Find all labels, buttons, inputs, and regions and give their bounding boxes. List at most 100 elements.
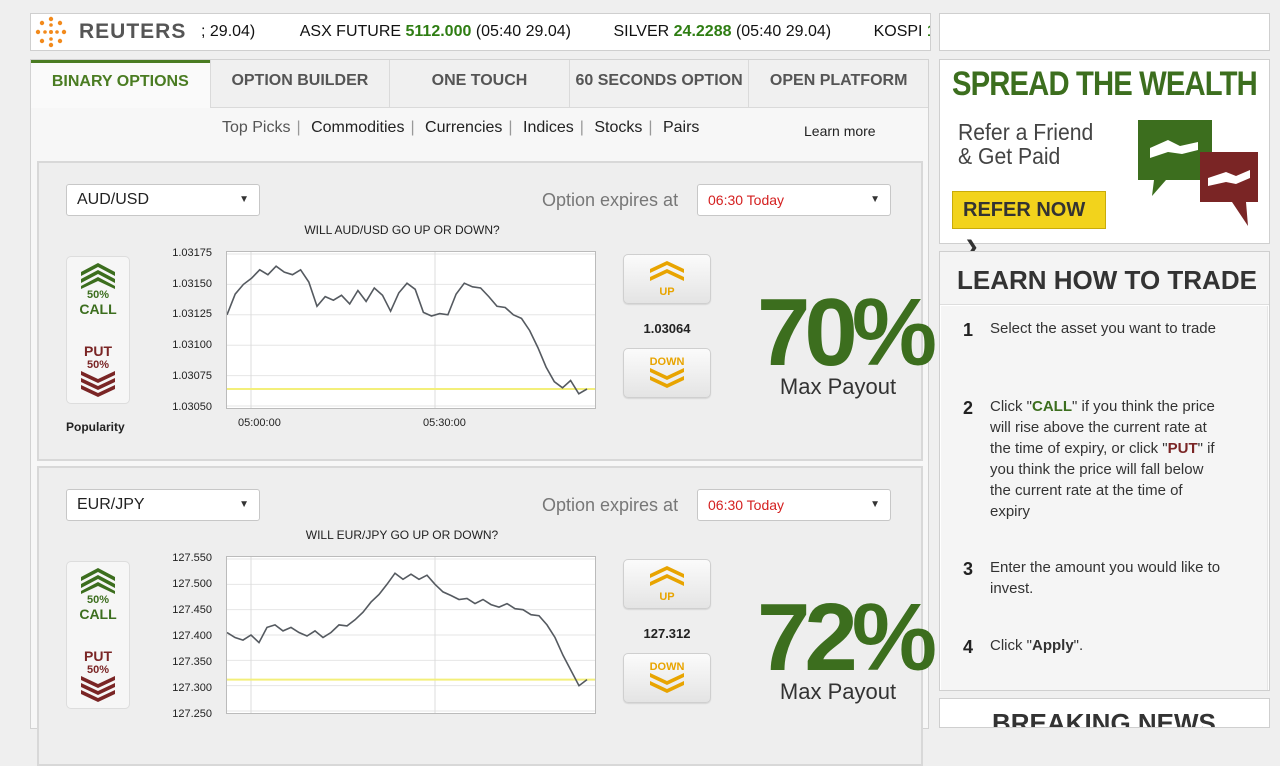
ticker-bar: REUTERS ; 29.04) ASX FUTURE 5112.000 (05… xyxy=(30,13,931,51)
refer-a-friend-banner[interactable]: SPREAD THE WEALTH Refer a Friend & Get P… xyxy=(939,59,1270,256)
ticker-value: 5112.000 xyxy=(405,23,472,40)
max-payout: 72% Max Payout xyxy=(757,590,937,705)
up-arrows-icon xyxy=(650,261,684,281)
ticker-item[interactable]: ; 29.04) xyxy=(201,14,255,50)
ticker-value: 1 xyxy=(927,23,930,40)
y-tick-label: 127.400 xyxy=(172,630,212,642)
learn-more-link[interactable]: Learn more xyxy=(804,123,876,139)
price-chart xyxy=(226,251,596,409)
chevron-down-icon: ▼ xyxy=(870,194,880,205)
reuters-dots-icon xyxy=(35,16,67,48)
promo-subtext-line: Refer a Friend xyxy=(958,119,1094,145)
current-price: 127.312 xyxy=(643,626,691,641)
option-panel-eurjpy: EUR/JPY ▼ Option expires at 06:30 Today … xyxy=(37,466,937,766)
ticker-item[interactable]: KOSPI 1 xyxy=(874,14,930,50)
y-tick-label: 127.550 xyxy=(172,552,212,564)
up-arrows-icon xyxy=(650,566,684,586)
up-label: UP xyxy=(659,591,675,603)
step-text: Click "CALL" if you think the price will… xyxy=(990,396,1225,522)
price-chart-svg xyxy=(226,252,595,408)
current-price: 1.03064 xyxy=(643,321,691,336)
learn-how-to-trade-panel: LEARN HOW TO TRADE 1 Select the asset yo… xyxy=(939,251,1270,691)
down-arrows-icon xyxy=(650,673,684,693)
nav-top-picks[interactable]: Top Picks xyxy=(222,119,290,136)
put-percent: 50% xyxy=(86,359,110,371)
breaking-news-panel: BREAKING NEWS xyxy=(939,698,1270,728)
asset-select[interactable]: AUD/USD ▼ xyxy=(66,184,260,216)
up-button[interactable]: UP xyxy=(623,254,711,304)
tab-binary-options[interactable]: BINARY OPTIONS xyxy=(31,60,210,108)
price-series-line xyxy=(226,572,588,687)
chevron-down-icon: ▼ xyxy=(239,499,249,510)
step-text: Click "Apply". xyxy=(990,635,1225,656)
y-tick-label: 1.03100 xyxy=(172,339,212,351)
expiry-select-value: 06:30 Today xyxy=(708,497,785,513)
refer-now-button[interactable]: REFER NOW ❯ xyxy=(952,191,1106,256)
asset-select-value: AUD/USD xyxy=(77,191,150,208)
tab-option-builder[interactable]: OPTION BUILDER xyxy=(209,60,390,108)
popularity-label: Popularity xyxy=(66,420,125,434)
call-label: CALL xyxy=(79,606,117,622)
nav-pairs[interactable]: Pairs xyxy=(663,119,699,136)
asset-category-nav: Top Picks | Commodities | Currencies | Indi… xyxy=(222,119,876,139)
y-tick-label: 127.300 xyxy=(172,682,212,694)
up-button[interactable]: UP xyxy=(623,559,711,609)
expiry-select[interactable]: 06:30 Today ▼ xyxy=(697,489,891,521)
nav-indices[interactable]: Indices xyxy=(523,119,574,136)
expiry-select-value: 06:30 Today xyxy=(708,192,785,208)
ticker-tape: ; 29.04) ASX FUTURE 5112.000 (05:40 29.0… xyxy=(201,14,930,50)
down-button[interactable]: DOWN xyxy=(623,348,711,398)
nav-currencies[interactable]: Currencies xyxy=(425,119,502,136)
ticker-item[interactable]: SILVER 24.2288 (05:40 29.04) xyxy=(613,14,831,50)
payout-label: Max Payout xyxy=(779,679,897,704)
step-item: 3 Enter the amount you would like to inv… xyxy=(963,557,1225,599)
put-popularity: PUT 50% xyxy=(67,343,129,397)
nav-stocks[interactable]: Stocks xyxy=(594,119,642,136)
x-tick-label: 05:00:00 xyxy=(238,417,281,429)
y-tick-label: 1.03175 xyxy=(172,247,212,259)
down-button[interactable]: DOWN xyxy=(623,653,711,703)
ticker-time: (05:40 29.04) xyxy=(475,23,572,40)
refer-now-label: REFER NOW xyxy=(963,199,1086,221)
chevron-down-icon: ▼ xyxy=(239,194,249,205)
step-number: 3 xyxy=(963,559,974,579)
expires-label: Option expires at xyxy=(542,495,679,515)
popularity-widget: 50% CALL PUT 50% xyxy=(66,256,130,404)
call-popularity: 50% CALL xyxy=(67,568,129,622)
tab-60-seconds-option[interactable]: 60 SECONDS OPTION xyxy=(568,60,749,108)
call-percent: 50% xyxy=(86,289,110,301)
ticker-value: 24.2288 xyxy=(673,23,732,40)
call-chevrons-icon xyxy=(81,263,115,289)
payout-label: Max Payout xyxy=(779,374,897,399)
expiry-select[interactable]: 06:30 Today ▼ xyxy=(697,184,891,216)
call-percent: 50% xyxy=(86,594,110,606)
nav-commodities[interactable]: Commodities xyxy=(311,119,404,136)
put-label: PUT xyxy=(84,343,112,359)
step-text-part: Click " xyxy=(990,637,1032,654)
step-item: 1 Select the asset you want to trade xyxy=(963,318,1225,340)
tab-open-platform[interactable]: OPEN PLATFORM xyxy=(748,60,928,108)
y-tick-label: 1.03050 xyxy=(172,401,212,413)
down-label: DOWN xyxy=(649,661,685,673)
step-number: 1 xyxy=(963,320,974,340)
tab-one-touch[interactable]: ONE TOUCH xyxy=(389,60,569,108)
ticker-time: (05:40 29.04) xyxy=(735,23,832,40)
learn-title: LEARN HOW TO TRADE xyxy=(940,252,1269,305)
reuters-logo: REUTERS xyxy=(31,14,191,50)
price-chart xyxy=(226,556,596,714)
down-arrows-icon xyxy=(650,368,684,388)
chevron-down-icon: ▼ xyxy=(870,499,880,510)
step-number: 4 xyxy=(963,637,974,657)
y-tick-label: 1.03075 xyxy=(172,370,212,382)
expires-label: Option expires at xyxy=(542,190,679,210)
asset-select-value: EUR/JPY xyxy=(77,496,145,513)
ticker-name: SILVER xyxy=(613,23,670,40)
ticker-item[interactable]: ASX FUTURE 5112.000 (05:40 29.04) xyxy=(300,14,571,50)
ticker-name: ASX FUTURE xyxy=(299,23,402,40)
x-tick-label: 05:30:00 xyxy=(423,417,466,429)
call-chevrons-icon xyxy=(81,568,115,594)
asset-select[interactable]: EUR/JPY ▼ xyxy=(66,489,260,521)
payout-percent: 70% xyxy=(757,279,937,386)
product-tabs: BINARY OPTIONS OPTION BUILDER ONE TOUCH … xyxy=(31,60,928,108)
y-tick-label: 127.500 xyxy=(172,578,212,590)
